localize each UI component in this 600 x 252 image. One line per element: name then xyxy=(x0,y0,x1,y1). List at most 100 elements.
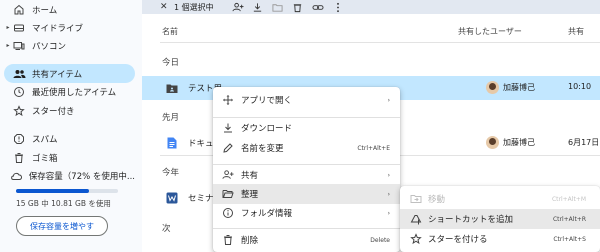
section-this-year: 今年 xyxy=(162,168,180,178)
download-icon[interactable] xyxy=(248,1,268,13)
submenu-item-add-shortcut[interactable]: ショートカットを追加 Ctrl+Alt+R xyxy=(400,209,600,229)
trash-icon xyxy=(12,151,26,165)
sidebar-item-label: 保存容量（72% を使用中... xyxy=(28,171,135,182)
folder-open-icon xyxy=(222,188,234,200)
sidebar-item-label: マイドライブ xyxy=(32,23,84,34)
sidebar: ホーム ▸ マイドライブ ▸ パソコン 共有アイテム 最近使用したアイテム スタ… xyxy=(0,0,142,252)
menu-item-label: 名前を変更 xyxy=(241,144,284,154)
sidebar-item-home[interactable]: ホーム xyxy=(4,0,135,19)
menu-item-label: 削除 xyxy=(241,236,259,246)
sidebar-item-shared[interactable]: 共有アイテム xyxy=(4,64,135,83)
column-header-shared-by[interactable]: 共有したユーザー xyxy=(458,26,522,37)
download-icon xyxy=(222,122,234,134)
sidebar-item-label: スター付き xyxy=(32,106,75,117)
shortcut-text: Ctrl+Alt+S xyxy=(553,235,586,243)
menu-item-label: 共有 xyxy=(241,171,259,181)
person-add-icon xyxy=(222,169,234,181)
chevron-right-icon: › xyxy=(387,96,390,104)
clear-selection-button[interactable]: ✕ xyxy=(160,2,174,12)
chevron-right-icon[interactable]: ▸ xyxy=(4,24,12,31)
column-header-name[interactable]: 名前 xyxy=(162,26,178,37)
get-more-storage-button[interactable]: 保存容量を増やす xyxy=(16,216,108,236)
submenu-item-label: 移動 xyxy=(428,195,446,205)
selection-toolbar: ✕ 1 個選択中 xyxy=(142,0,600,14)
sidebar-item-my-drive[interactable]: ▸ マイドライブ xyxy=(4,18,135,37)
shortcut-text: Ctrl+Alt+E xyxy=(357,144,390,152)
menu-item-download[interactable]: ダウンロード xyxy=(213,118,400,138)
column-header-shared-date[interactable]: 共有 xyxy=(568,26,584,37)
avatar xyxy=(486,136,499,149)
spam-icon xyxy=(12,132,26,146)
section-next: 次 xyxy=(162,224,171,234)
sidebar-item-computers[interactable]: ▸ パソコン xyxy=(4,36,135,55)
sidebar-item-label: ホーム xyxy=(32,5,58,16)
menu-divider xyxy=(213,228,400,229)
clock-icon xyxy=(12,85,26,99)
sidebar-item-label: パソコン xyxy=(32,41,67,52)
people-icon xyxy=(12,67,26,81)
edit-icon xyxy=(222,142,234,154)
computer-icon xyxy=(12,39,26,53)
submenu-item-move[interactable]: 移動 Ctrl+Alt+M xyxy=(400,189,600,209)
menu-item-share[interactable]: 共有 › xyxy=(213,165,400,185)
drive-icon xyxy=(12,21,26,35)
star-icon xyxy=(12,104,26,118)
shared-date: 10:10 xyxy=(568,82,592,91)
sidebar-item-trash[interactable]: ゴミ箱 xyxy=(4,148,135,167)
home-icon xyxy=(12,3,26,17)
submenu-item-add-star[interactable]: スターを付ける Ctrl+Alt+S xyxy=(400,229,600,249)
sidebar-item-label: ゴミ箱 xyxy=(32,153,58,164)
add-shortcut-icon xyxy=(410,213,422,225)
menu-item-open-with[interactable]: アプリで開く › xyxy=(213,90,400,110)
chevron-right-icon: › xyxy=(387,190,390,198)
organize-submenu: 移動 Ctrl+Alt+M ショートカットを追加 Ctrl+Alt+R スターを… xyxy=(400,186,600,252)
cloud-icon xyxy=(10,169,23,183)
storage-progress-bar xyxy=(16,189,118,193)
file-name: セミナ xyxy=(188,194,214,204)
menu-item-rename[interactable]: 名前を変更 Ctrl+Alt+E xyxy=(213,138,400,158)
open-with-icon xyxy=(222,94,234,106)
menu-item-label: アプリで開く xyxy=(241,96,293,106)
trash-icon xyxy=(222,234,234,246)
share-person-add-icon[interactable] xyxy=(228,1,248,13)
chevron-right-icon[interactable]: ▸ xyxy=(4,42,12,49)
menu-item-label: ダウンロード xyxy=(241,124,293,134)
chevron-right-icon: › xyxy=(387,171,390,179)
sidebar-item-recent[interactable]: 最近使用したアイテム xyxy=(4,82,135,101)
star-icon xyxy=(410,233,422,245)
trash-icon[interactable] xyxy=(288,1,308,13)
menu-item-label: 整理 xyxy=(241,190,259,200)
submenu-item-label: スターを付ける xyxy=(428,235,488,245)
sidebar-item-storage[interactable]: 保存容量（72% を使用中... xyxy=(4,166,135,185)
shortcut-text: Ctrl+Alt+R xyxy=(552,215,586,223)
shared-folder-icon xyxy=(166,82,178,94)
sidebar-item-starred[interactable]: スター付き xyxy=(4,101,135,120)
sidebar-item-spam[interactable]: スパム xyxy=(4,129,135,148)
word-icon xyxy=(166,192,178,204)
docs-icon xyxy=(166,137,178,149)
move-folder-icon xyxy=(410,193,422,205)
shared-date: 6月17日 xyxy=(568,138,600,147)
owner-cell: 加藤博己 xyxy=(486,136,535,149)
owner-name: 加藤博己 xyxy=(503,138,535,147)
shortcut-text: Delete xyxy=(370,236,390,244)
file-name: ドキュ xyxy=(188,139,214,149)
submenu-item-label: ショートカットを追加 xyxy=(428,215,514,225)
menu-item-organize[interactable]: 整理 › xyxy=(213,184,400,204)
more-vert-icon[interactable] xyxy=(328,1,348,13)
storage-usage-text: 15 GB 中 10.81 GB を使用 xyxy=(16,199,111,208)
shortcut-text: Ctrl+Alt+M xyxy=(551,195,586,203)
link-icon[interactable] xyxy=(308,1,328,13)
sidebar-item-label: 最近使用したアイテム xyxy=(32,87,117,98)
selection-count: 1 個選択中 xyxy=(174,2,214,12)
storage-progress-fill xyxy=(16,189,90,193)
menu-item-folder-info[interactable]: フォルダ情報 › xyxy=(213,203,400,223)
move-to-folder-icon[interactable] xyxy=(268,1,288,13)
section-today: 今日 xyxy=(162,58,180,68)
sidebar-item-label: 共有アイテム xyxy=(32,69,83,80)
context-menu: アプリで開く › ダウンロード 名前を変更 Ctrl+Alt+E 共有 › 整理… xyxy=(213,87,400,252)
owner-name: 加藤博己 xyxy=(503,83,535,92)
owner-cell: 加藤博己 xyxy=(486,81,535,94)
menu-item-delete[interactable]: 削除 Delete xyxy=(213,230,400,250)
sidebar-item-label: スパム xyxy=(32,134,58,145)
